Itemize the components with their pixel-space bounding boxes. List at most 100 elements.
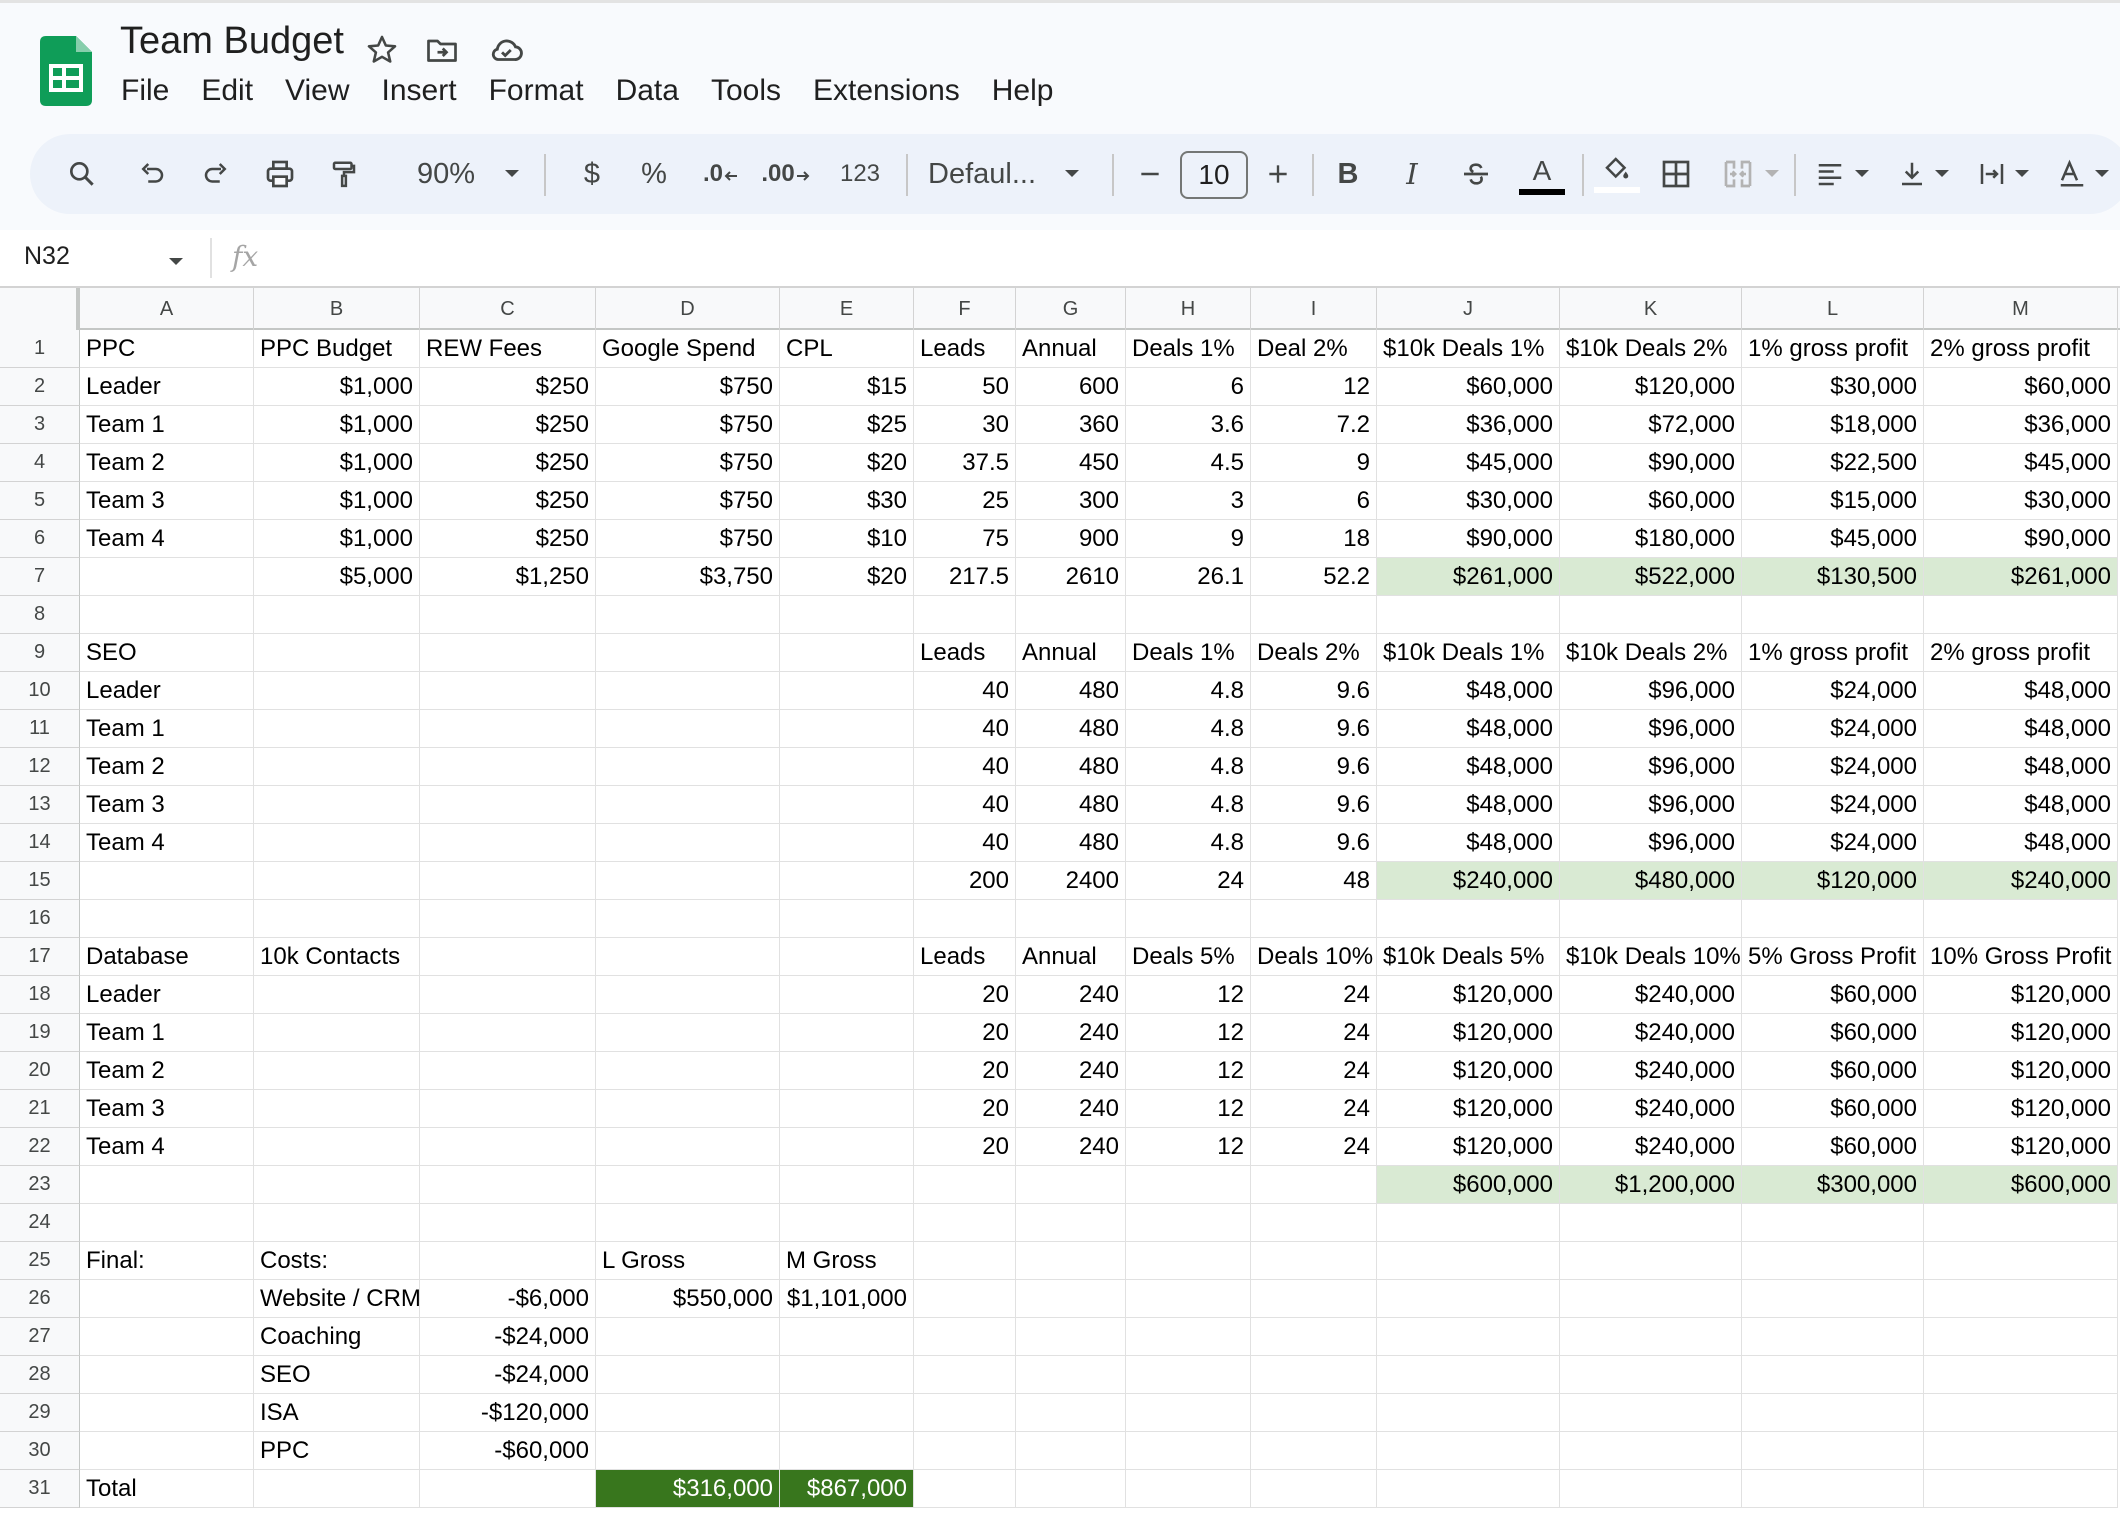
- cell-j22[interactable]: $120,000: [1377, 1128, 1560, 1166]
- cell-h15[interactable]: 24: [1126, 862, 1251, 900]
- cell-g20[interactable]: 240: [1016, 1052, 1126, 1090]
- cell-a5[interactable]: Team 3: [80, 482, 254, 520]
- cell-g29[interactable]: [1016, 1394, 1126, 1432]
- cell-g12[interactable]: 480: [1016, 748, 1126, 786]
- cell-b12[interactable]: [254, 748, 420, 786]
- cell-f13[interactable]: 40: [914, 786, 1016, 824]
- increase-font-size-icon[interactable]: [1256, 134, 1300, 214]
- cell-d12[interactable]: [596, 748, 780, 786]
- row-header-26[interactable]: 26: [0, 1280, 80, 1318]
- cell-a24[interactable]: [80, 1204, 254, 1242]
- cell-a22[interactable]: Team 4: [80, 1128, 254, 1166]
- cell-d10[interactable]: [596, 672, 780, 710]
- menu-edit[interactable]: Edit: [201, 74, 253, 108]
- cell-a9[interactable]: SEO: [80, 634, 254, 672]
- cell-l8[interactable]: [1742, 596, 1924, 634]
- cell-h25[interactable]: [1126, 1242, 1251, 1280]
- cell-l29[interactable]: [1742, 1394, 1924, 1432]
- cell-k6[interactable]: $180,000: [1560, 520, 1742, 558]
- name-box-dropdown-icon[interactable]: [168, 254, 184, 272]
- cell-j3[interactable]: $36,000: [1377, 406, 1560, 444]
- cell-l31[interactable]: [1742, 1470, 1924, 1508]
- cell-i19[interactable]: 24: [1251, 1014, 1377, 1052]
- cell-e27[interactable]: [780, 1318, 914, 1356]
- cell-f10[interactable]: 40: [914, 672, 1016, 710]
- cell-g22[interactable]: 240: [1016, 1128, 1126, 1166]
- cell-l11[interactable]: $24,000: [1742, 710, 1924, 748]
- cell-a16[interactable]: [80, 900, 254, 938]
- row-header-21[interactable]: 21: [0, 1090, 80, 1128]
- zoom-select[interactable]: 90%: [386, 134, 506, 214]
- cell-h1[interactable]: Deals 1%: [1126, 330, 1251, 368]
- cell-f12[interactable]: 40: [914, 748, 1016, 786]
- cell-b15[interactable]: [254, 862, 420, 900]
- cell-e10[interactable]: [780, 672, 914, 710]
- row-header-9[interactable]: 9: [0, 634, 80, 672]
- cell-h17[interactable]: Deals 5%: [1126, 938, 1251, 976]
- cell-a20[interactable]: Team 2: [80, 1052, 254, 1090]
- cell-a30[interactable]: [80, 1432, 254, 1470]
- cell-g24[interactable]: [1016, 1204, 1126, 1242]
- menu-file[interactable]: File: [121, 74, 169, 108]
- cell-b27[interactable]: Coaching: [254, 1318, 420, 1356]
- cell-e20[interactable]: [780, 1052, 914, 1090]
- cell-l1[interactable]: 1% gross profit: [1742, 330, 1924, 368]
- strikethrough-icon[interactable]: [1454, 134, 1498, 214]
- cell-g17[interactable]: Annual: [1016, 938, 1126, 976]
- cell-h10[interactable]: 4.8: [1126, 672, 1251, 710]
- cell-h29[interactable]: [1126, 1394, 1251, 1432]
- cell-i31[interactable]: [1251, 1470, 1377, 1508]
- row-header-29[interactable]: 29: [0, 1394, 80, 1432]
- cell-d18[interactable]: [596, 976, 780, 1014]
- cell-j27[interactable]: [1377, 1318, 1560, 1356]
- cell-c25[interactable]: [420, 1242, 596, 1280]
- cell-f4[interactable]: 37.5: [914, 444, 1016, 482]
- row-header-28[interactable]: 28: [0, 1356, 80, 1394]
- cell-k28[interactable]: [1560, 1356, 1742, 1394]
- cell-k29[interactable]: [1560, 1394, 1742, 1432]
- cell-f30[interactable]: [914, 1432, 1016, 1470]
- print-icon[interactable]: [258, 134, 302, 214]
- cell-g30[interactable]: [1016, 1432, 1126, 1470]
- sheets-logo-icon[interactable]: [40, 36, 92, 106]
- document-title[interactable]: Team Budget: [120, 20, 344, 63]
- decrease-decimal-button[interactable]: .0: [694, 134, 748, 214]
- cell-h24[interactable]: [1126, 1204, 1251, 1242]
- cell-a1[interactable]: PPC: [80, 330, 254, 368]
- row-header-12[interactable]: 12: [0, 748, 80, 786]
- cell-d4[interactable]: $750: [596, 444, 780, 482]
- cell-c29[interactable]: -$120,000: [420, 1394, 596, 1432]
- cell-d1[interactable]: Google Spend: [596, 330, 780, 368]
- column-header-i[interactable]: I: [1251, 288, 1377, 330]
- row-header-25[interactable]: 25: [0, 1242, 80, 1280]
- cell-i23[interactable]: [1251, 1166, 1377, 1204]
- number-format-button[interactable]: 123: [830, 134, 890, 214]
- cell-m8[interactable]: [1924, 596, 2118, 634]
- cell-a27[interactable]: [80, 1318, 254, 1356]
- cell-b23[interactable]: [254, 1166, 420, 1204]
- cell-b24[interactable]: [254, 1204, 420, 1242]
- cell-c24[interactable]: [420, 1204, 596, 1242]
- column-header-l[interactable]: L: [1742, 288, 1924, 330]
- merge-cells-icon[interactable]: [1716, 134, 1760, 214]
- paint-format-icon[interactable]: [322, 134, 366, 214]
- cell-a17[interactable]: Database: [80, 938, 254, 976]
- row-header-3[interactable]: 3: [0, 406, 80, 444]
- cell-k9[interactable]: $10k Deals 2%: [1560, 634, 1742, 672]
- cell-m19[interactable]: $120,000: [1924, 1014, 2118, 1052]
- menu-tools[interactable]: Tools: [711, 74, 781, 108]
- cell-g3[interactable]: 360: [1016, 406, 1126, 444]
- cell-m17[interactable]: 10% Gross Profit: [1924, 938, 2118, 976]
- cell-k3[interactable]: $72,000: [1560, 406, 1742, 444]
- cell-g28[interactable]: [1016, 1356, 1126, 1394]
- cell-e31[interactable]: $867,000: [780, 1470, 914, 1508]
- cell-j30[interactable]: [1377, 1432, 1560, 1470]
- cell-f23[interactable]: [914, 1166, 1016, 1204]
- cell-f7[interactable]: 217.5: [914, 558, 1016, 596]
- cell-b1[interactable]: PPC Budget: [254, 330, 420, 368]
- cell-m1[interactable]: 2% gross profit: [1924, 330, 2118, 368]
- cell-l14[interactable]: $24,000: [1742, 824, 1924, 862]
- increase-decimal-button[interactable]: .00: [756, 134, 816, 214]
- cell-k20[interactable]: $240,000: [1560, 1052, 1742, 1090]
- cell-c21[interactable]: [420, 1090, 596, 1128]
